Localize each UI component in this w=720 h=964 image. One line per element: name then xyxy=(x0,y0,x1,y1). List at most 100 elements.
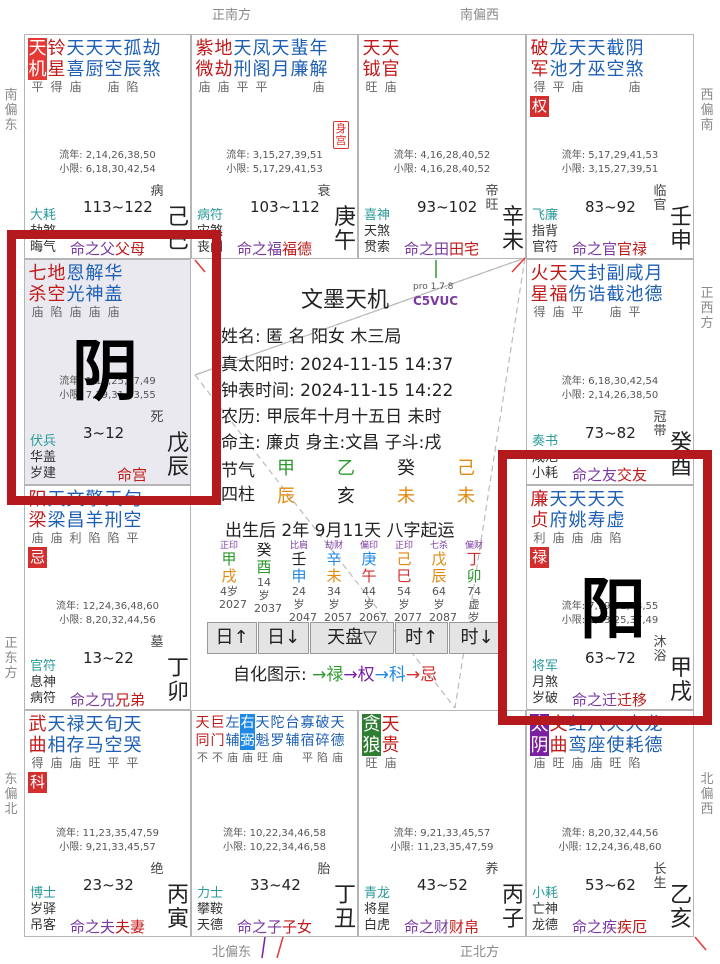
age-range: 33~42 xyxy=(250,876,301,894)
star-char: 星 xyxy=(47,59,66,80)
star-char: 旬 xyxy=(104,714,123,735)
decade-age: 24岁 xyxy=(292,585,306,611)
decade-branch: 辰 xyxy=(431,567,447,585)
palace-cell-8[interactable]: 天同不巨门不左辅庙右弼庙天魁旺陀罗庙台辅寡宿平破碎陷天德庙流年: 10,22,3… xyxy=(191,710,358,937)
star-char: 天 xyxy=(195,715,210,731)
star-char: 福 xyxy=(549,284,568,305)
decade-stem: 戊 xyxy=(431,550,447,568)
star: 紫微庙 xyxy=(195,38,214,95)
star-char: 哭 xyxy=(123,735,142,756)
flow-years: 流年: 8,20,32,44,56 xyxy=(561,828,659,839)
decade-branch: 酉 xyxy=(256,558,272,576)
palace-name: 命之田田宅 xyxy=(404,238,479,258)
star-char: 破 xyxy=(530,38,549,59)
nav-button-3[interactable]: 时↑ xyxy=(395,622,448,654)
flow-years: 流年: 10,22,34,46,58 xyxy=(223,828,326,839)
jieqi-label: 节气 xyxy=(221,461,255,481)
star-char: 狼 xyxy=(362,735,381,756)
star-char: 刑 xyxy=(233,59,252,80)
palace-prefix: 命之子 xyxy=(237,918,283,936)
star: 天魁旺 xyxy=(255,714,270,765)
minor-limits: 小限: 2,14,26,38,50 xyxy=(561,390,659,401)
star: 阴煞庙 xyxy=(625,38,644,117)
palace-label: 疾厄 xyxy=(617,918,648,936)
star-char: 军 xyxy=(530,59,549,80)
lunar-date-line: 农历: 甲辰年十月十五日 未时 xyxy=(221,407,442,427)
minor-limits: 小限: 11,23,35,47,59 xyxy=(390,842,494,853)
palace-cell-2[interactable]: 天钺旺天官庙流年: 4,16,28,40,52 小限: 4,16,28,40,52… xyxy=(358,34,526,259)
direction-right-top: 西偏南 xyxy=(700,88,714,133)
nav-button-4[interactable]: 时↓ xyxy=(449,622,505,654)
palace-cell-10[interactable]: 阳梁庙忌天梁庙文昌利擎羊陷天刑陷旬空平流年: 12,24,36,48,60 小限:… xyxy=(24,485,191,710)
palace-cell-1[interactable]: 紫微庙地劫庙天刑平凤阁平天月蜚廉年解庙身宫 流年: 3,15,27,39,51 小限… xyxy=(191,34,358,259)
star-brightness: 得 xyxy=(31,756,44,770)
stem-branch: 乙亥 xyxy=(669,883,692,932)
star-char: 德 xyxy=(644,735,663,756)
star-char: 火 xyxy=(530,263,549,284)
star-char: 台 xyxy=(285,715,300,731)
star-brightness: 陷 xyxy=(88,531,101,545)
yin-overlay-char: 阴 xyxy=(72,332,138,410)
star-list: 天钺旺天官庙 xyxy=(362,38,400,95)
star: 旬空平 xyxy=(104,714,123,793)
direction-top-right: 南偏西 xyxy=(460,8,500,23)
name-line: 姓名: 匿 名 阳女 木三局 xyxy=(221,327,402,347)
transform-badge: 权 xyxy=(530,96,549,117)
star-list: 贪狼旺天贵庙 xyxy=(362,714,400,771)
star-char: 龙 xyxy=(549,38,568,59)
palace-cell-6[interactable]: 太阴庙文曲旺红鸾庙八座庙天使旺大耗陷龙德流年: 8,20,32,44,56 小限:… xyxy=(526,710,694,937)
star-char: 门 xyxy=(210,733,225,749)
age-range: 103~112 xyxy=(250,198,320,216)
year-gods: 攀鞍 天德 xyxy=(197,902,224,933)
star-char: 魁 xyxy=(255,733,270,749)
palace-cell-0[interactable]: 天机平铃星得天喜庙天厨天空庙孤辰陷劫煞流年: 2,14,26,38,50 小限: … xyxy=(24,34,191,259)
palace-prefix: 命之兄 xyxy=(70,691,116,709)
doctor-god: 青龙 xyxy=(364,886,391,901)
palace-prefix: 命之疾 xyxy=(572,918,618,936)
star-char: 德 xyxy=(330,733,345,749)
star-char: 曲 xyxy=(28,735,47,756)
star-char: 蜚 xyxy=(290,38,309,59)
palace-cell-7[interactable]: 贪狼旺天贵庙流年: 9,21,33,45,57 小限: 11,23,35,47,5… xyxy=(358,710,526,937)
star: 地劫庙 xyxy=(214,38,233,95)
palace-cell-9[interactable]: 武曲得科天相庙禄存庙天马旺旬空平天哭平流年: 11,23,35,47,59 小限:… xyxy=(24,710,191,937)
age-range: 93~102 xyxy=(417,198,478,216)
decade-stem: 庚 xyxy=(361,550,377,568)
minor-limits: 小限: 8,20,32,44,56 xyxy=(59,615,156,626)
star-char: 天 xyxy=(587,38,606,59)
star: 天福庙 xyxy=(549,263,568,320)
star-char: 禄 xyxy=(66,714,85,735)
flow-years: 流年: 4,16,28,40,52 xyxy=(393,150,491,161)
nav-button-2[interactable]: 天盘▽ xyxy=(310,622,394,654)
year-gods: 息神 病符 xyxy=(30,675,57,706)
star: 截空 xyxy=(606,38,625,117)
star: 凤阁平 xyxy=(252,38,271,95)
decade-branch: 午 xyxy=(361,567,377,585)
star-brightness: 庙 xyxy=(332,751,343,764)
star-char: 截 xyxy=(606,38,625,59)
star-brightness: 庙 xyxy=(609,305,622,319)
star-brightness: 庙 xyxy=(628,80,641,94)
life-stage: 冠带 xyxy=(653,410,667,439)
flow-years: 流年: 2,14,26,38,50 xyxy=(59,150,156,161)
star-brightness: 得 xyxy=(50,80,63,94)
decade-age: 74虚岁 xyxy=(467,585,481,624)
nav-button-0[interactable]: 日↑ xyxy=(207,622,257,654)
chart-code: C5VUC xyxy=(413,294,458,308)
star-brightness: 庙 xyxy=(217,80,230,94)
doctor-god: 博士 xyxy=(30,886,57,901)
star-char: 封 xyxy=(587,263,606,284)
star-char: 座 xyxy=(587,735,606,756)
legend-quan: →权 xyxy=(343,665,375,685)
palace-cell-3[interactable]: 破军得权龙池平天才庙天巫截空阴煞庙流年: 5,17,29,41,53 小限: 3,… xyxy=(526,34,694,259)
nav-button-1[interactable]: 日↓ xyxy=(258,622,309,654)
minor-limits: 小限: 3,15,27,39,51 xyxy=(561,164,659,175)
star-char: 梁 xyxy=(28,510,47,531)
star-brightness: 庙 xyxy=(69,756,82,770)
star-brightness: 庙 xyxy=(50,531,63,545)
flow-years: 流年: 5,17,29,41,53 xyxy=(561,150,659,161)
star-brightness: 庙 xyxy=(198,80,211,94)
life-stage: 胎 xyxy=(317,862,331,877)
body-palace-stamp: 身宫 xyxy=(333,121,349,149)
decade-age: 34岁 xyxy=(327,585,341,611)
